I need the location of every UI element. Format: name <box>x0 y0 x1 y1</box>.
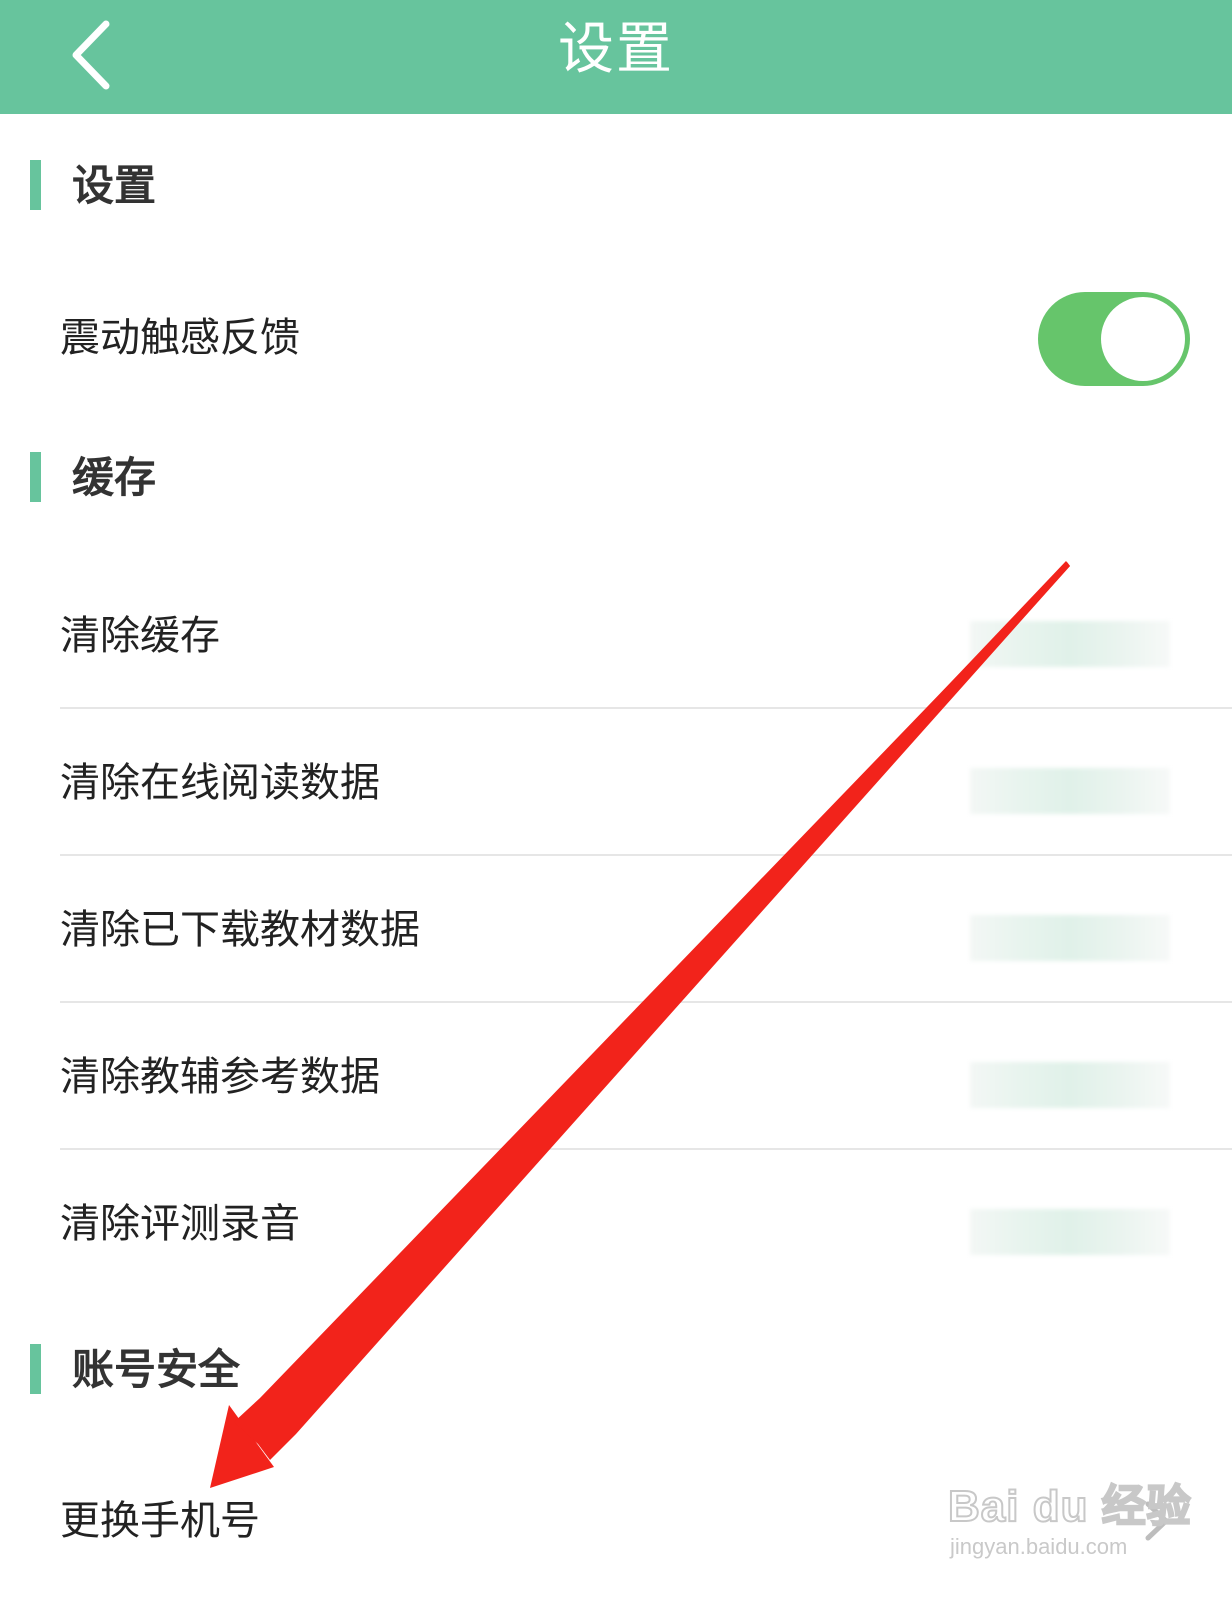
chevron-right-icon <box>1145 1501 1169 1541</box>
divider <box>60 1148 1232 1150</box>
row-clear-cache[interactable]: 清除缓存 <box>0 563 1232 709</box>
section-accent-bar <box>30 160 41 210</box>
row-clear-evaluation-recordings[interactable]: 清除评测录音 <box>0 1151 1232 1297</box>
page-title: 设置 <box>558 17 674 82</box>
section-title: 缓存 <box>72 453 157 502</box>
settings-screen: 设置 设置 震动触感反馈 缓存 清除缓存 清除在线阅读数据 清除已下载教材数据 … <box>0 0 1232 1600</box>
row-label: 清除评测录音 <box>60 1201 300 1247</box>
app-header: 设置 <box>0 0 1232 114</box>
divider <box>60 1001 1232 1003</box>
row-clear-downloaded-textbook-data[interactable]: 清除已下载教材数据 <box>0 857 1232 1003</box>
row-label: 清除缓存 <box>60 613 220 659</box>
reference-data-size-value <box>970 1062 1170 1108</box>
section-accent-bar <box>30 452 41 502</box>
row-label: 清除已下载教材数据 <box>60 907 420 953</box>
cache-size-value <box>970 621 1170 667</box>
row-label: 清除教辅参考数据 <box>60 1054 380 1100</box>
row-clear-online-reading-data[interactable]: 清除在线阅读数据 <box>0 710 1232 856</box>
section-header-cache: 缓存 <box>0 438 1232 518</box>
section-title: 设置 <box>72 161 157 210</box>
recordings-size-value <box>970 1209 1170 1255</box>
row-change-phone-number[interactable]: 更换手机号 <box>0 1448 1232 1594</box>
row-clear-reference-data[interactable]: 清除教辅参考数据 <box>0 1004 1232 1150</box>
online-reading-size-value <box>970 768 1170 814</box>
divider <box>60 707 1232 709</box>
section-header-account-security: 账号安全 <box>0 1330 1232 1410</box>
downloaded-textbook-size-value <box>970 915 1170 961</box>
row-label: 更换手机号 <box>60 1498 260 1544</box>
section-accent-bar <box>30 1344 41 1394</box>
section-title: 账号安全 <box>72 1345 241 1394</box>
haptic-feedback-toggle[interactable] <box>1038 292 1190 386</box>
toggle-knob <box>1101 297 1185 381</box>
row-label: 震动触感反馈 <box>60 315 300 361</box>
row-label: 清除在线阅读数据 <box>60 760 380 806</box>
section-header-settings: 设置 <box>0 146 1232 226</box>
divider <box>60 854 1232 856</box>
